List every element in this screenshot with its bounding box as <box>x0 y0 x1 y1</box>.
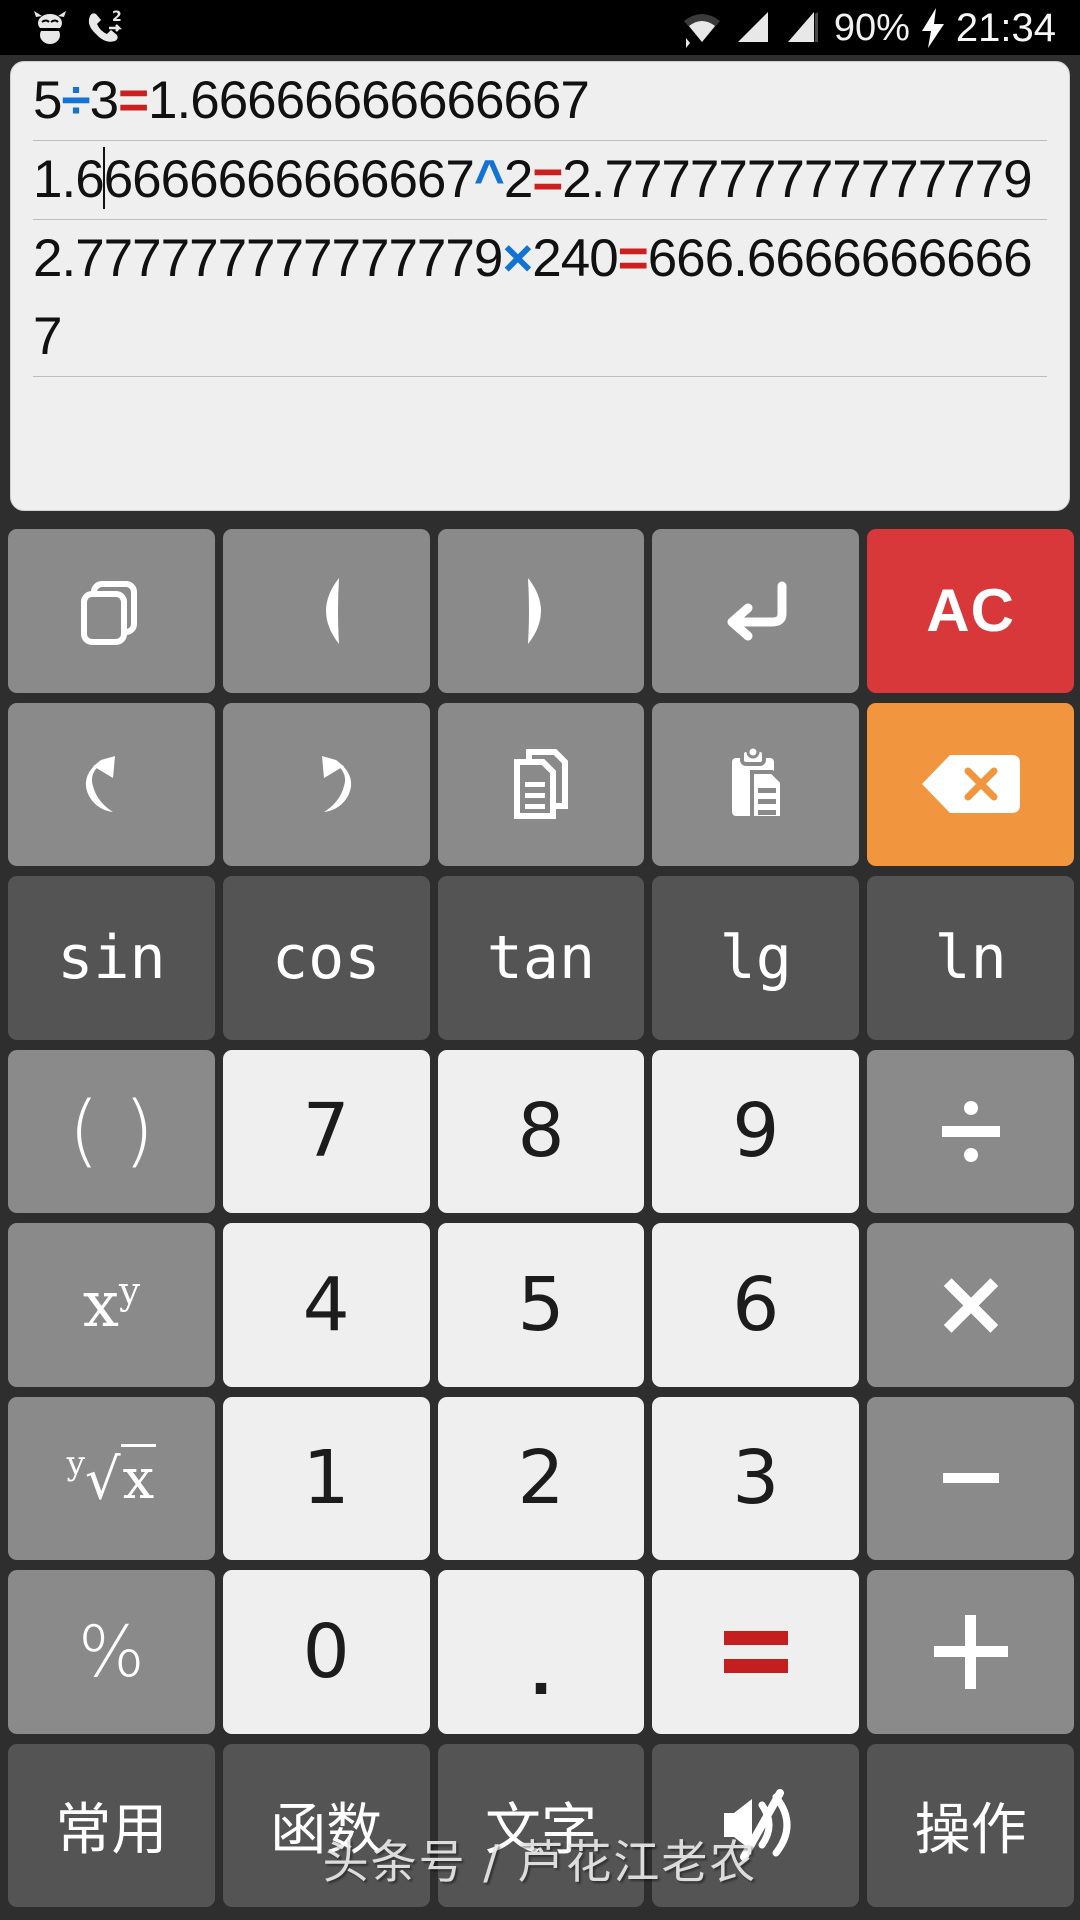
keypad-row-trig: sin cos tan lg ln <box>0 871 1080 1045</box>
enter-return-icon <box>716 576 796 646</box>
tan-button[interactable]: tan <box>437 876 645 1040</box>
ln-button[interactable]: ln <box>867 876 1074 1040</box>
history-entry-1[interactable]: 5÷3=1.66666666666667 <box>33 62 1047 141</box>
lg-button[interactable]: lg <box>652 876 860 1040</box>
divide-button[interactable] <box>867 1049 1074 1213</box>
undo-arrow-icon <box>71 746 151 822</box>
digit-5-button[interactable]: 5 <box>437 1223 645 1387</box>
digit-8-button[interactable]: 8 <box>437 1049 645 1213</box>
digit-9-button[interactable]: 9 <box>652 1049 860 1213</box>
history-empty-row[interactable] <box>33 377 1047 447</box>
equals-button[interactable] <box>652 1570 860 1734</box>
svg-text:2: 2 <box>112 9 122 25</box>
cow-icon <box>30 8 70 48</box>
wifi-icon <box>680 8 724 48</box>
windows-stack-icon <box>72 572 150 650</box>
copy-documents-icon <box>503 744 579 824</box>
keypad-row-tabs: 常用 函数 文字 操作 <box>0 1739 1080 1913</box>
parentheses-button[interactable]: ( ) <box>8 1049 215 1213</box>
calculation-history-display[interactable]: 5÷3=1.66666666666667 1.66666666666667^2=… <box>10 61 1070 511</box>
cursor-left-button[interactable] <box>222 529 430 693</box>
triangle-left-icon <box>293 572 359 650</box>
entry2-operator: ^ <box>473 150 505 209</box>
equals-icon <box>723 1630 788 1673</box>
digit-4-button[interactable]: 4 <box>222 1223 430 1387</box>
entry3-operator: × <box>502 229 533 288</box>
clipboard-paste-icon <box>718 744 794 824</box>
status-bar-right-icons: 90% 21:34 <box>680 7 1080 49</box>
keypad-row-edit-nav: AC <box>0 524 1080 698</box>
entry1-result: 1.66666666666667 <box>148 71 590 130</box>
entry1-lhs: 5 <box>33 71 63 130</box>
cos-button[interactable]: cos <box>222 876 430 1040</box>
tab-functions-button[interactable]: 函数 <box>222 1743 430 1907</box>
tab-text-button[interactable]: 文字 <box>437 1743 645 1907</box>
tab-sound-button[interactable] <box>652 1743 860 1907</box>
backspace-button[interactable] <box>867 702 1074 866</box>
tab-common-button[interactable]: 常用 <box>8 1743 215 1907</box>
history-entry-3[interactable]: 2.777777777777779×240=666.66666666667 <box>33 220 1047 377</box>
power-button[interactable]: xy <box>8 1223 215 1387</box>
status-bar-left-icons: 2 <box>0 8 126 48</box>
nth-root-label: y√x <box>66 1444 157 1513</box>
keypad-row-789: ( ) 7 8 9 <box>0 1045 1080 1219</box>
entry3-rhs: 240 <box>532 229 618 288</box>
status-bar-clock: 21:34 <box>955 5 1056 50</box>
undo-button[interactable] <box>8 702 215 866</box>
multiply-icon <box>938 1272 1004 1338</box>
power-label: xy <box>82 1267 140 1342</box>
charging-bolt-icon <box>920 7 946 49</box>
window-switch-button[interactable] <box>8 529 215 693</box>
digit-7-button[interactable]: 7 <box>222 1049 430 1213</box>
all-clear-button[interactable]: AC <box>867 529 1074 693</box>
minus-icon <box>942 1473 999 1484</box>
digit-6-button[interactable]: 6 <box>652 1223 860 1387</box>
tab-operations-button[interactable]: 操作 <box>867 1743 1074 1907</box>
calculator-keypad: AC sin cos tan lg ln () 7 8 9 xy 4 5 6 … <box>0 518 1080 1920</box>
digit-2-button[interactable]: 2 <box>437 1396 645 1560</box>
history-entry-2[interactable]: 1.66666666666667^2=2.777777777777779 <box>33 141 1047 220</box>
triangle-right-icon <box>508 572 574 650</box>
digit-1-button[interactable]: 1 <box>222 1396 430 1560</box>
entry1-equals: = <box>118 71 149 130</box>
keypad-row-123: y√x 1 2 3 <box>0 1392 1080 1566</box>
phone-screen: 2 90% 21:34 5÷3=1.66666666666667 1.66666… <box>0 0 1080 1920</box>
divide-icon <box>941 1100 1000 1162</box>
digit-0-button[interactable]: 0 <box>222 1570 430 1734</box>
signal-2-icon <box>784 8 824 48</box>
paste-button[interactable] <box>652 702 860 866</box>
plus-button[interactable] <box>867 1570 1074 1734</box>
missed-call-icon: 2 <box>86 8 126 48</box>
multiply-button[interactable] <box>867 1223 1074 1387</box>
plus-icon <box>933 1614 1008 1689</box>
decimal-point-button[interactable]: . <box>437 1570 645 1734</box>
keypad-row-0-equals: % 0 . <box>0 1565 1080 1739</box>
battery-percent-label: 90% <box>833 6 910 49</box>
percent-button[interactable]: % <box>8 1570 215 1734</box>
entry2-result: 2.777777777777779 <box>562 150 1032 209</box>
speaker-mute-icon <box>714 1783 798 1867</box>
backspace-delete-icon <box>916 749 1026 819</box>
digit-3-button[interactable]: 3 <box>652 1396 860 1560</box>
entry2-lhs-head: 1.6 <box>33 150 105 209</box>
minus-button[interactable] <box>867 1396 1074 1560</box>
entry1-operator: ÷ <box>61 71 90 130</box>
keypad-row-clipboard <box>0 698 1080 872</box>
entry3-equals: = <box>617 229 649 288</box>
entry2-rhs: 2 <box>503 150 534 209</box>
cursor-right-button[interactable] <box>437 529 645 693</box>
copy-button[interactable] <box>437 702 645 866</box>
redo-arrow-icon <box>286 746 366 822</box>
keypad-row-456: xy 4 5 6 <box>0 1218 1080 1392</box>
newline-button[interactable] <box>652 529 860 693</box>
entry2-equals: = <box>532 150 563 209</box>
entry3-lhs: 2.777777777777779 <box>33 229 503 288</box>
entry1-rhs: 3 <box>89 71 120 130</box>
nth-root-button[interactable]: y√x <box>8 1396 215 1560</box>
signal-1-icon <box>734 8 774 48</box>
redo-button[interactable] <box>222 702 430 866</box>
status-bar: 2 90% 21:34 <box>0 0 1080 55</box>
entry2-lhs-tail: 6666666666667 <box>103 150 475 209</box>
sin-button[interactable]: sin <box>8 876 215 1040</box>
